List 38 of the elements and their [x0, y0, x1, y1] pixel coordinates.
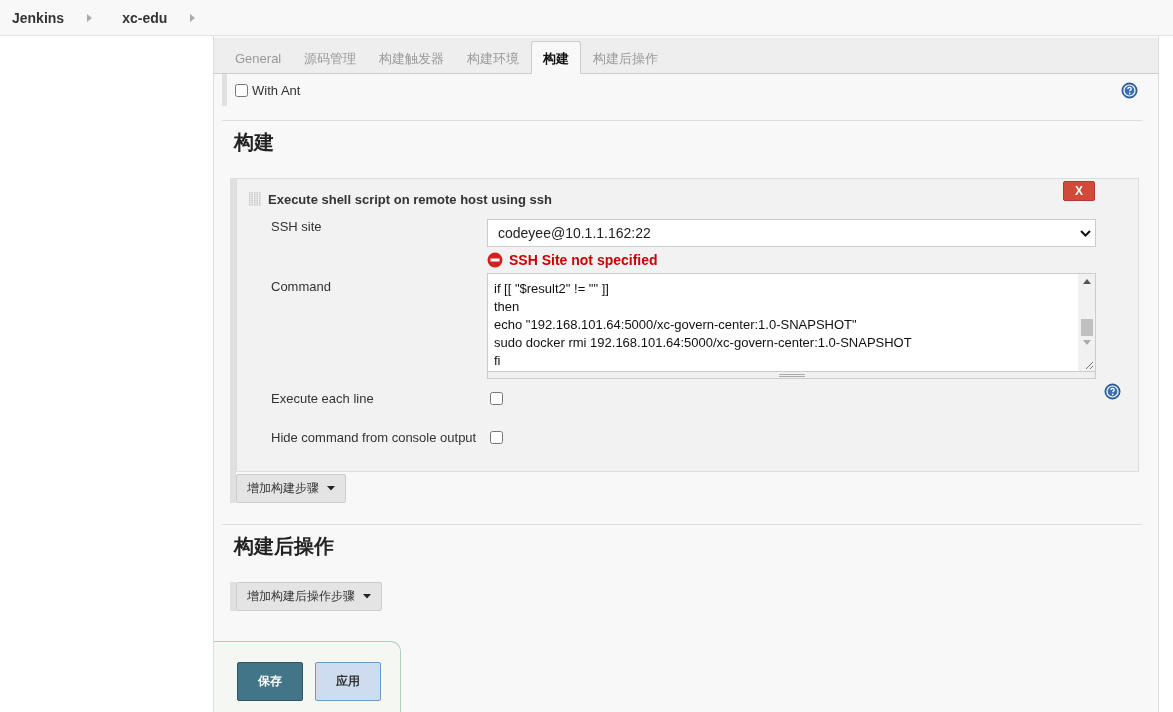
delete-button[interactable]: X — [1063, 180, 1095, 201]
breadcrumb-link[interactable]: xc-edu — [122, 9, 168, 26]
section-heading: 构建后操作 — [234, 534, 335, 559]
section-heading: 构建 — [234, 130, 275, 155]
error-message: SSH Site not specified — [509, 252, 658, 268]
resize-grip-icon[interactable] — [1084, 360, 1094, 370]
field-label: Command — [270, 278, 332, 296]
indent-bar — [230, 582, 236, 611]
ssh-site-dropdown[interactable]: codeyee@10.1.1.162:22 — [487, 219, 1096, 247]
indent-bar — [222, 74, 227, 106]
help-icon[interactable] — [1104, 383, 1121, 400]
step-title: Execute shell script on remote host using ssh — [268, 191, 552, 207]
error-icon — [487, 252, 503, 268]
add-post-build-step-button[interactable]: 增加构建后操作步骤 — [236, 582, 382, 611]
chevron-icon — [1080, 229, 1091, 237]
field-label: SSH site — [270, 219, 323, 236]
checkbox[interactable] — [490, 431, 503, 444]
checkbox[interactable] — [235, 83, 248, 97]
caret-icon — [363, 594, 371, 599]
resize-handle[interactable] — [488, 371, 1095, 378]
option-label: Hide command from console output — [270, 430, 478, 445]
checkbox[interactable] — [490, 392, 503, 405]
scrollbar[interactable] — [1078, 274, 1095, 371]
help-icon[interactable] — [1121, 81, 1138, 99]
tab[interactable]: 构建 — [531, 41, 582, 74]
breadcrumb-link[interactable]: Jenkins — [12, 9, 65, 26]
caret-icon[interactable] — [190, 13, 196, 22]
form-button[interactable]: 应用 — [315, 662, 381, 701]
drag-handle-icon[interactable] — [249, 192, 261, 206]
add-build-step-button[interactable]: 增加构建步骤 — [236, 474, 346, 503]
checkbox-label: With Ant — [252, 82, 301, 98]
scroll-up-icon[interactable] — [1082, 279, 1091, 285]
option-label: Execute each line — [270, 391, 375, 406]
caret-icon[interactable] — [87, 13, 93, 22]
form-button[interactable]: 保存 — [237, 662, 303, 701]
scrollbar-thumb[interactable] — [1080, 319, 1093, 336]
caret-icon — [327, 486, 335, 491]
scroll-down-icon[interactable] — [1082, 340, 1091, 346]
